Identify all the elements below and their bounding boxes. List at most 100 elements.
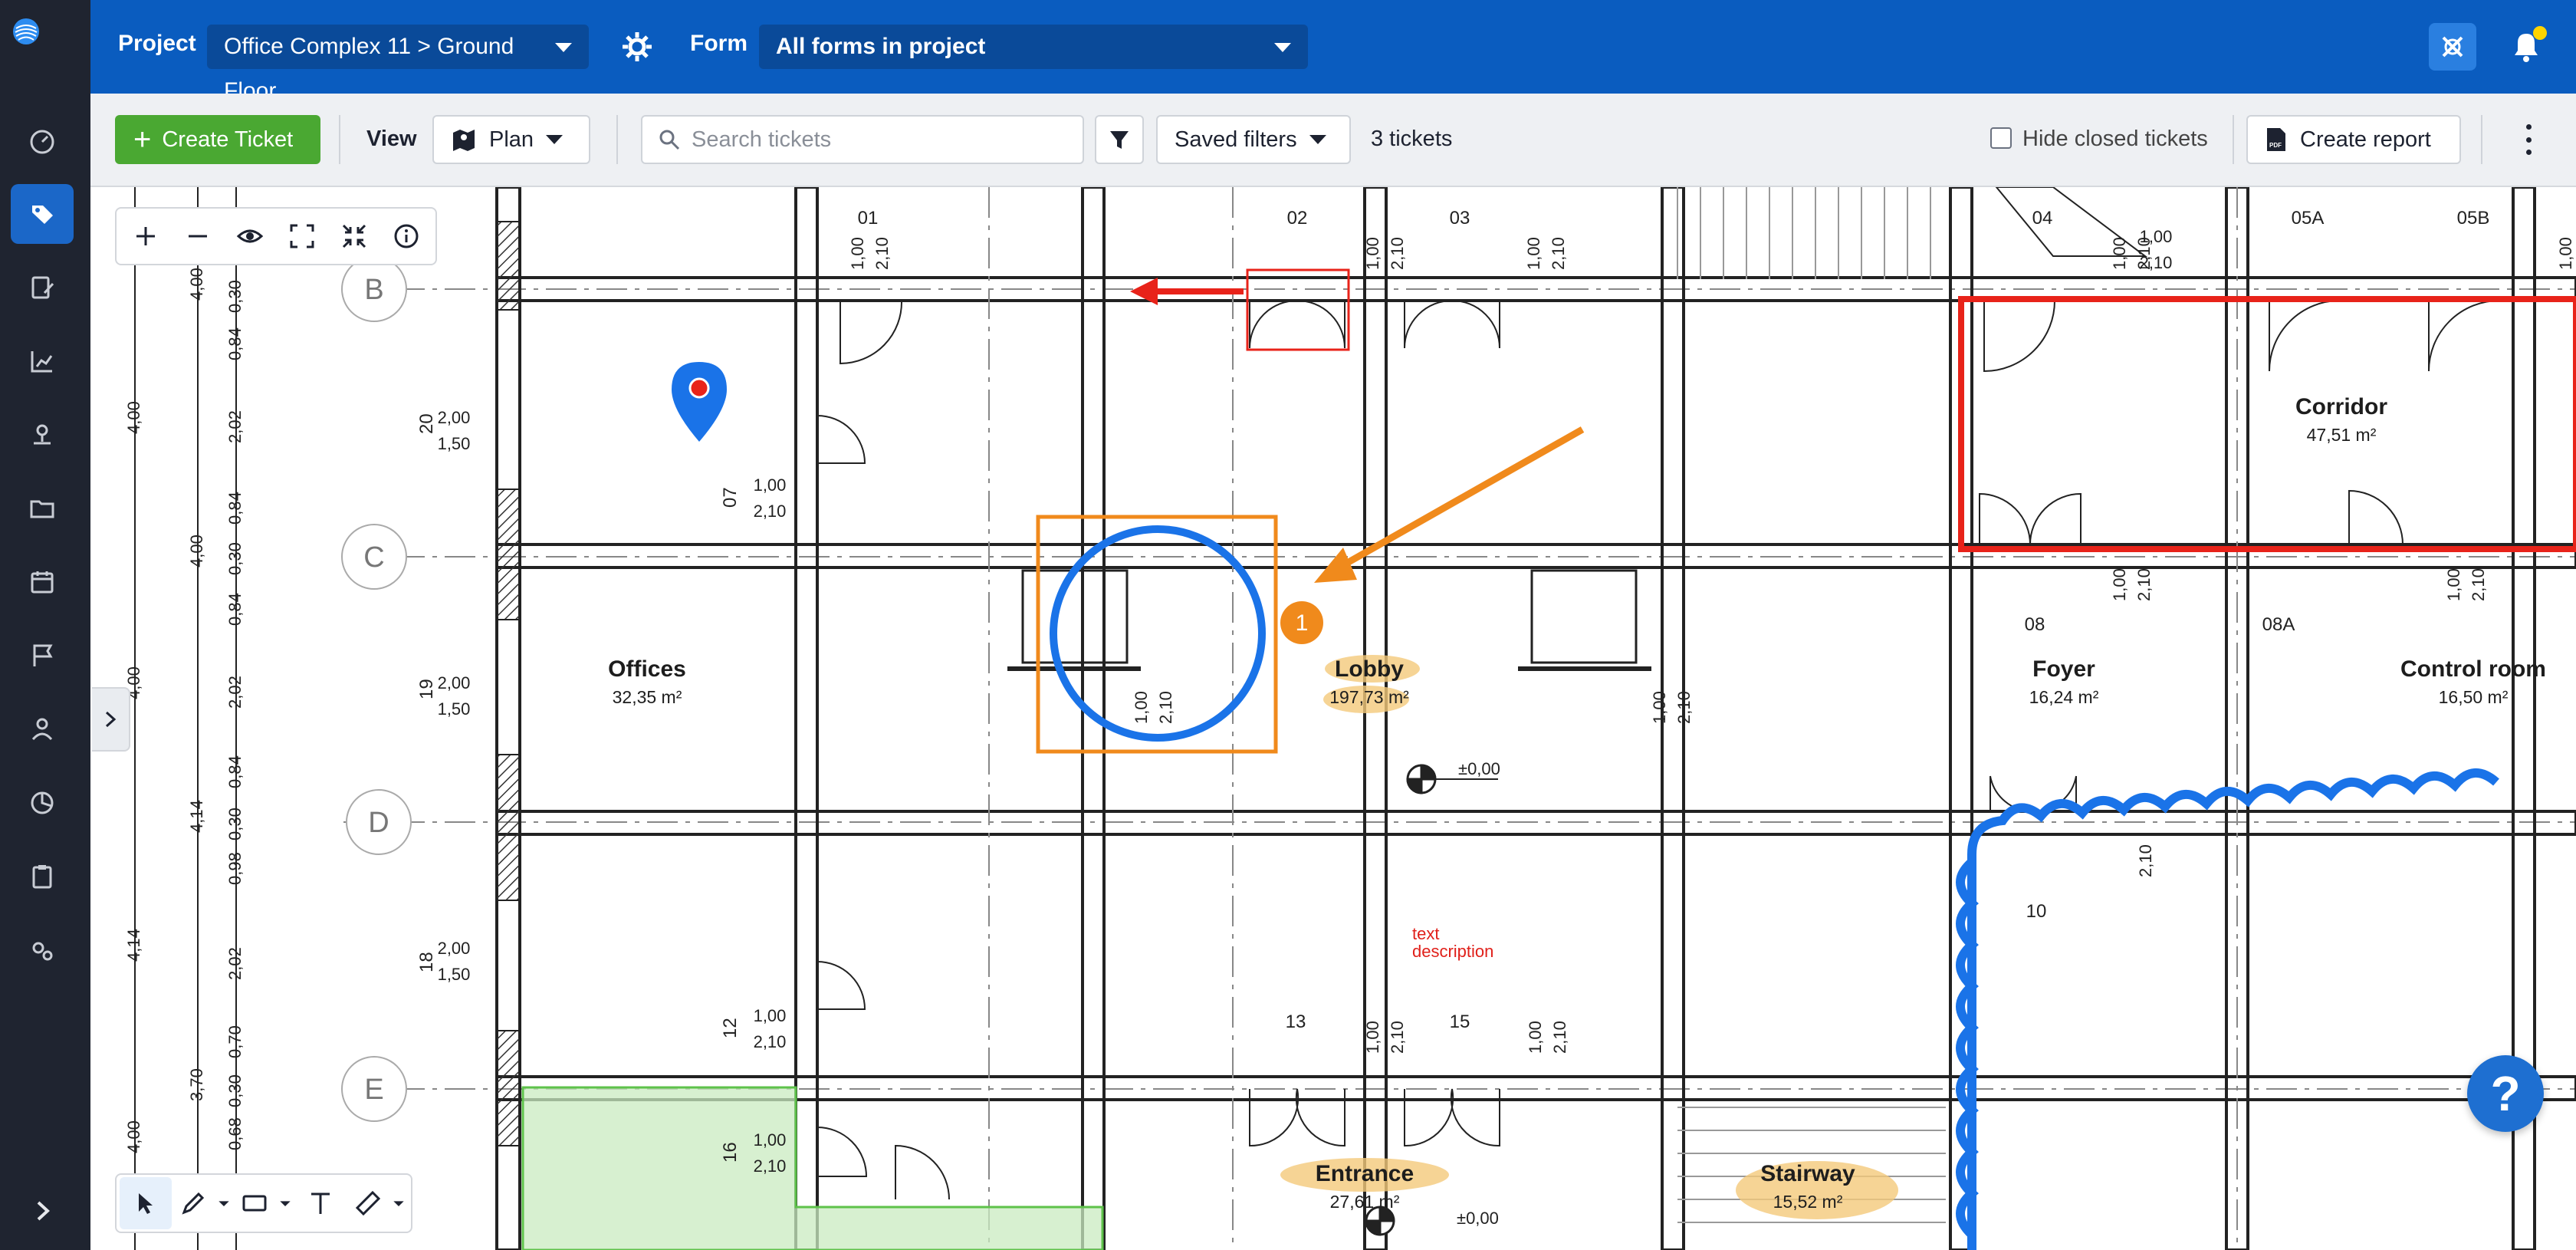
form-select-value: All forms in project bbox=[776, 34, 986, 59]
shape-tool[interactable] bbox=[233, 1177, 276, 1229]
chevron-down-icon bbox=[219, 1201, 229, 1206]
search-icon bbox=[659, 130, 680, 150]
app-logo[interactable] bbox=[12, 17, 67, 75]
door-number: 12 bbox=[720, 1018, 741, 1038]
search-input[interactable] bbox=[692, 127, 1060, 153]
fit-to-screen-button[interactable] bbox=[328, 210, 380, 262]
project-select[interactable]: Office Complex 11 > Ground Floor bbox=[207, 25, 589, 104]
sidebar-item-tickets[interactable] bbox=[11, 184, 74, 244]
create-ticket-label: Create Ticket bbox=[162, 127, 294, 152]
apps-button[interactable] bbox=[2429, 23, 2476, 71]
door-width: 1,00 bbox=[1526, 1021, 1545, 1054]
sidebar-item-dashboard[interactable] bbox=[11, 112, 74, 172]
door-height: 2,10 bbox=[2134, 237, 2154, 270]
floor-plan-viewer[interactable]: B C D E 1 01 02 03 04 05A 05B 08 08A 10 … bbox=[90, 187, 2576, 1250]
view-select[interactable]: Plan bbox=[432, 115, 590, 164]
dim-label: 2,02 bbox=[225, 947, 245, 980]
row-number: 20 bbox=[416, 413, 437, 434]
select-tool[interactable] bbox=[120, 1177, 172, 1229]
room-area-entrance: 27,61 m² bbox=[1329, 1192, 1400, 1212]
fullscreen-button[interactable] bbox=[276, 210, 328, 262]
sidebar-expand-button[interactable] bbox=[11, 1181, 74, 1241]
door-height: 2,10 bbox=[1388, 1021, 1407, 1054]
visibility-button[interactable] bbox=[224, 210, 276, 262]
row-dim: 1,50 bbox=[438, 434, 471, 453]
dim-label: 4,00 bbox=[187, 535, 206, 567]
hide-closed-checkbox[interactable] bbox=[1990, 127, 2012, 149]
door-height: 2,10 bbox=[1156, 691, 1175, 724]
zoom-out-button[interactable] bbox=[172, 210, 224, 262]
room-area-corridor: 47,51 m² bbox=[2306, 425, 2377, 445]
door-number: 15 bbox=[1450, 1012, 1470, 1032]
sidebar-item-forms[interactable] bbox=[11, 258, 74, 317]
help-button[interactable]: ? bbox=[2467, 1055, 2544, 1132]
sidebar-item-users[interactable] bbox=[11, 699, 74, 759]
sidebar-item-schedule[interactable] bbox=[11, 552, 74, 612]
pen-tool-options[interactable] bbox=[215, 1177, 233, 1229]
flag-icon bbox=[33, 644, 53, 666]
more-options-button[interactable] bbox=[2513, 121, 2544, 158]
apps-icon bbox=[2442, 36, 2463, 58]
markup-text-annotation[interactable]: text description bbox=[1412, 925, 1512, 960]
sidebar-item-analytics[interactable] bbox=[11, 773, 74, 833]
sidebar-item-inspection[interactable] bbox=[11, 405, 74, 465]
compress-icon bbox=[342, 224, 366, 248]
minus-icon bbox=[189, 235, 207, 238]
forms-icon bbox=[31, 276, 54, 299]
dim-label: 4,14 bbox=[124, 929, 143, 962]
divider bbox=[2233, 115, 2234, 164]
shape-tool-options[interactable] bbox=[276, 1177, 294, 1229]
measure-tool[interactable] bbox=[347, 1177, 389, 1229]
chevron-down-icon bbox=[1274, 43, 1291, 52]
search-tickets-field[interactable] bbox=[641, 115, 1084, 164]
notification-dot bbox=[2533, 26, 2547, 40]
reports-icon bbox=[31, 351, 53, 373]
door-height: 2,10 bbox=[2469, 568, 2488, 601]
room-name-control-room: Control room bbox=[2400, 656, 2546, 682]
room-name-lobby: Lobby bbox=[1335, 656, 1404, 682]
sidebar-item-clipboard[interactable] bbox=[11, 847, 74, 906]
zoom-in-button[interactable] bbox=[120, 210, 172, 262]
create-ticket-button[interactable]: + Create Ticket bbox=[115, 115, 320, 164]
dim-label: 0,30 bbox=[225, 280, 245, 313]
schedule-icon bbox=[31, 571, 54, 594]
create-report-button[interactable]: PDF Create report bbox=[2246, 115, 2461, 164]
info-button[interactable] bbox=[380, 210, 432, 262]
door-number: 02 bbox=[1287, 208, 1308, 229]
row-dim: 2,00 bbox=[438, 939, 471, 958]
grid-label-e: E bbox=[364, 1074, 383, 1106]
door-number: 16 bbox=[720, 1142, 741, 1163]
top-bar: Project Office Complex 11 > Ground Floor… bbox=[90, 0, 2576, 104]
form-select[interactable]: All forms in project bbox=[759, 25, 1308, 69]
gear-icon[interactable] bbox=[619, 29, 655, 64]
map-icon bbox=[453, 130, 475, 151]
sidebar-item-settings[interactable] bbox=[11, 920, 74, 980]
chevron-down-icon bbox=[546, 135, 564, 144]
row-number: 19 bbox=[416, 679, 437, 699]
side-panel-toggle[interactable] bbox=[92, 687, 130, 752]
grid-label-c: C bbox=[363, 541, 384, 574]
filter-button[interactable] bbox=[1095, 115, 1144, 164]
level-mark: ±0,00 bbox=[1458, 759, 1500, 778]
divider bbox=[616, 115, 618, 164]
dim-label: 0,30 bbox=[225, 542, 245, 575]
text-tool[interactable] bbox=[294, 1177, 347, 1229]
floor-plan-drawing[interactable]: B C D E 1 01 02 03 04 05A 05B 08 08A 10 … bbox=[90, 187, 2576, 1250]
door-height: 2,10 bbox=[754, 1032, 787, 1051]
measure-tool-options[interactable] bbox=[389, 1177, 408, 1229]
sidebar-item-reports[interactable] bbox=[11, 331, 74, 391]
sidebar-item-flags[interactable] bbox=[11, 626, 74, 686]
folder-icon bbox=[30, 500, 54, 518]
divider bbox=[2481, 115, 2482, 164]
markup-tools-panel bbox=[115, 1173, 412, 1233]
dim-label: 0,84 bbox=[225, 327, 245, 360]
pen-icon bbox=[182, 1192, 205, 1215]
saved-filters-select[interactable]: Saved filters bbox=[1156, 115, 1351, 164]
door-number: 04 bbox=[2032, 208, 2053, 229]
pen-tool[interactable] bbox=[172, 1177, 215, 1229]
sidebar-item-files[interactable] bbox=[11, 479, 74, 538]
plus-icon bbox=[136, 227, 155, 245]
door-width: 1,00 bbox=[1650, 691, 1669, 724]
saved-filters-label: Saved filters bbox=[1175, 127, 1297, 152]
door-height: 2,10 bbox=[2134, 568, 2154, 601]
